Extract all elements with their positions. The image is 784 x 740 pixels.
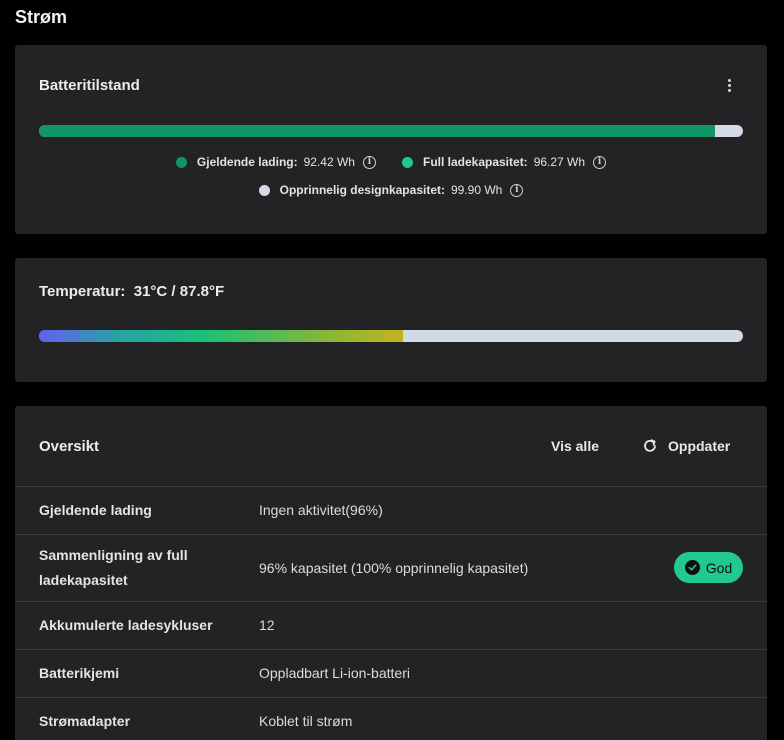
table-row: Akkumulerte ladesykluser 12	[15, 601, 767, 649]
table-row: Sammenligning av full ladekapasitet 96% …	[15, 534, 767, 601]
overview-table: Gjeldende lading Ingen aktivitet(96%) Sa…	[15, 486, 767, 740]
battery-legend-row: Gjeldende lading: 92.42 Wh i Full ladeka…	[15, 155, 767, 169]
view-all-button[interactable]: Vis alle	[551, 438, 599, 454]
table-row: Gjeldende lading Ingen aktivitet(96%)	[15, 486, 767, 534]
row-key: Akkumulerte ladesykluser	[39, 617, 213, 633]
battery-legend-row: Opprinnelig designkapasitet: 99.90 Wh i	[15, 183, 767, 197]
legend-full-capacity: Full ladekapasitet: 96.27 Wh i	[401, 155, 607, 169]
row-value: Oppladbart Li-ion-batteri	[259, 665, 410, 681]
check-icon	[684, 560, 700, 575]
battery-health-card: Batteritilstand Gjeldende lading: 92.42 …	[15, 45, 767, 234]
temperature-label: Temperatur:	[39, 283, 126, 300]
legend-dot-full	[401, 156, 413, 168]
info-icon[interactable]: i	[593, 155, 607, 169]
legend-dot-design	[258, 184, 270, 196]
row-value: Ingen aktivitet(96%)	[259, 502, 383, 518]
table-row: Batterikjemi Oppladbart Li-ion-batteri	[15, 649, 767, 697]
row-value: 96% kapasitet (100% opprinnelig kapasite…	[259, 560, 529, 576]
legend-value: 99.90 Wh	[450, 183, 503, 197]
table-row: Strømadapter Koblet til strøm	[15, 697, 767, 740]
badge-label: God	[705, 559, 733, 576]
row-key: Strømadapter	[39, 713, 131, 729]
legend-current-charge: Gjeldende lading: 92.42 Wh i	[175, 155, 376, 169]
refresh-label: Oppdater	[668, 438, 731, 454]
overview-title: Oversikt	[39, 438, 100, 455]
status-badge: God	[674, 552, 743, 583]
legend-design-capacity: Opprinnelig designkapasitet: 99.90 Wh i	[258, 183, 524, 197]
page-title: Strøm	[15, 7, 68, 27]
power-page: Strøm Batteritilstand Gjeldende lading: …	[0, 0, 784, 740]
row-key: Gjeldende lading	[39, 502, 152, 518]
temperature-fill	[39, 330, 403, 342]
temperature-title: Temperatur: 31°C / 87.8°F	[39, 283, 224, 300]
row-key: Sammenligning av full ladekapasitet	[39, 547, 188, 588]
info-icon[interactable]: i	[362, 155, 376, 169]
refresh-icon	[644, 439, 656, 452]
row-value: Koblet til strøm	[259, 713, 353, 729]
row-value: 12	[259, 617, 275, 633]
overview-card: Oversikt Vis alle Oppdater Gjeldende lad…	[15, 406, 767, 740]
temperature-card: Temperatur: 31°C / 87.8°F	[15, 258, 767, 382]
more-options-icon[interactable]	[721, 75, 737, 95]
battery-capacity-bar	[39, 125, 743, 137]
current-charge-fill	[39, 125, 715, 137]
legend-dot-current	[175, 156, 187, 168]
battery-health-title: Batteritilstand	[39, 77, 140, 94]
temperature-bar	[39, 330, 743, 342]
refresh-button[interactable]: Oppdater	[642, 438, 730, 454]
row-key: Batterikjemi	[39, 665, 120, 681]
legend-label: Opprinnelig designkapasitet:	[279, 183, 445, 197]
legend-value: 96.27 Wh	[533, 155, 586, 169]
legend-value: 92.42 Wh	[303, 155, 355, 169]
overview-header: Oversikt Vis alle Oppdater	[15, 406, 767, 486]
legend-label: Full ladekapasitet:	[422, 155, 528, 169]
legend-label: Gjeldende lading:	[196, 155, 298, 169]
temperature-value: 31°C / 87.8°F	[133, 283, 225, 300]
info-icon[interactable]: i	[510, 183, 524, 197]
